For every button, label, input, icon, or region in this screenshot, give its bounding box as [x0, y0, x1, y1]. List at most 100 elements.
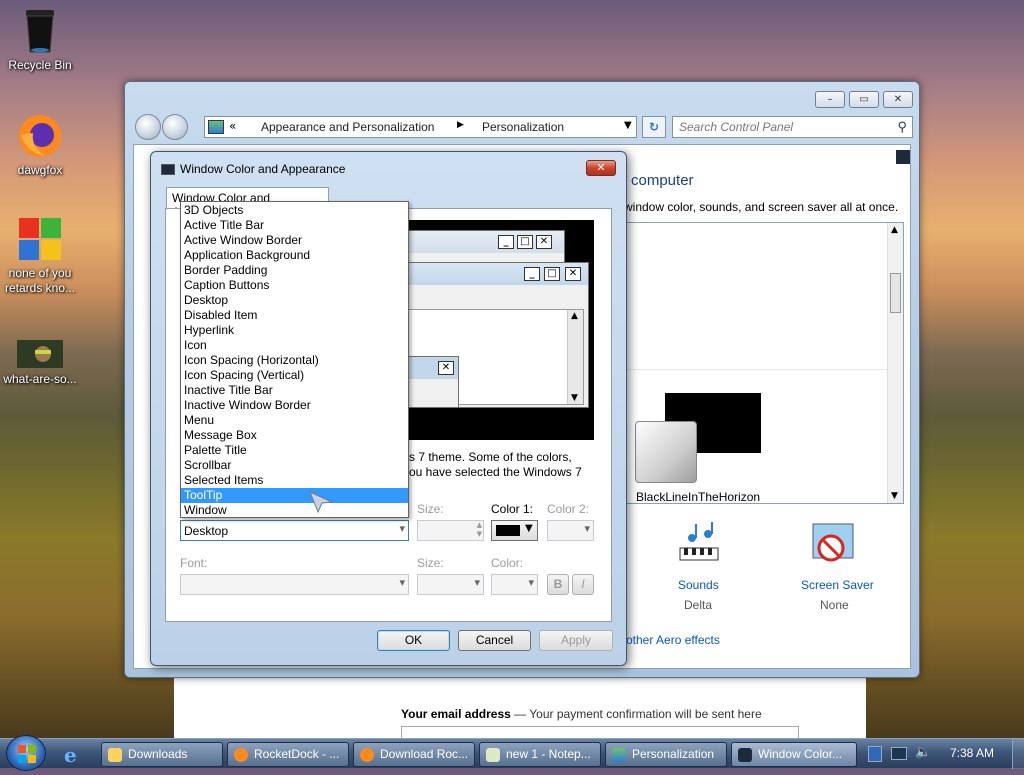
refresh-button[interactable]: ↻	[642, 116, 666, 138]
dialog-title: Window Color and Appearance	[180, 162, 346, 176]
forward-button[interactable]	[162, 114, 188, 140]
color2-picker[interactable]	[547, 520, 594, 541]
maximize-icon: □	[544, 267, 560, 281]
tray-network-icon[interactable]	[868, 746, 882, 762]
task-download-rocketdock[interactable]: Download Roc...	[353, 742, 475, 767]
internet-explorer-icon[interactable]: e	[64, 744, 86, 766]
ok-button[interactable]: OK	[377, 630, 450, 651]
image-thumbnail-icon	[17, 340, 63, 368]
dropdown-option[interactable]: Inactive Window Border	[181, 398, 408, 413]
breadcrumb-prefix: «	[229, 119, 237, 133]
size-label: Size:	[417, 502, 444, 516]
email-prompt: Your email address — Your payment confir…	[401, 707, 762, 721]
size-spinner[interactable]: ▲ ▼	[417, 520, 484, 541]
close-button[interactable]: ✕	[883, 91, 913, 108]
dropdown-option[interactable]: 3D Objects	[181, 203, 408, 218]
dropdown-option[interactable]: Inactive Title Bar	[181, 383, 408, 398]
dropdown-option[interactable]: Menu	[181, 413, 408, 428]
dropdown-option[interactable]: Palette Title	[181, 443, 408, 458]
dropdown-option[interactable]: Hyperlink	[181, 323, 408, 338]
desktop-icon-what-are-so[interactable]: what-are-so...	[0, 340, 80, 386]
dropdown-option[interactable]: Scrollbar	[181, 458, 408, 473]
address-dropdown-icon[interactable]: ▼	[624, 120, 632, 131]
desktop-icon-recycle-bin[interactable]: Recycle Bin	[0, 6, 80, 72]
font-size-select[interactable]	[417, 574, 484, 595]
firefox-icon	[234, 748, 248, 762]
theme-list[interactable]: ▲ ▼ BlackLineInTheHorizon	[624, 222, 904, 504]
dropdown-option[interactable]: Message Box	[181, 428, 408, 443]
dropdown-option[interactable]: Caption Buttons	[181, 278, 408, 293]
firefox-icon	[360, 748, 374, 762]
screen-saver-link[interactable]: Screen Saver	[801, 578, 874, 592]
breadcrumb-item[interactable]: Appearance and Personalization	[261, 120, 434, 134]
breadcrumb-item[interactable]: Personalization	[482, 120, 564, 134]
task-downloads[interactable]: Downloads	[101, 742, 223, 767]
dropdown-option[interactable]: ToolTip	[181, 488, 408, 503]
dropdown-option[interactable]: Border Padding	[181, 263, 408, 278]
italic-button[interactable]: I	[572, 574, 594, 595]
chevron-down-icon: ▼	[525, 523, 533, 534]
back-button[interactable]	[135, 114, 161, 140]
desktop-icon-label: what-are-so...	[3, 372, 77, 386]
dropdown-option[interactable]: Application Background	[181, 248, 408, 263]
desktop-icon-dawgfox[interactable]: dawgfox	[0, 113, 80, 177]
folder-icon	[108, 748, 122, 762]
dropdown-option[interactable]: Icon Spacing (Horizontal)	[181, 353, 408, 368]
task-label: Personalization	[632, 747, 715, 761]
dropdown-option[interactable]: Window	[181, 503, 408, 518]
close-icon: ✕	[536, 235, 552, 249]
show-desktop-button[interactable]	[1012, 739, 1024, 769]
dialog-icon	[161, 164, 175, 175]
color1-picker[interactable]: ▼	[491, 520, 538, 541]
sounds-icon[interactable]	[674, 520, 724, 568]
description-line: s 7 theme. Some of the colors,	[409, 450, 572, 464]
control-panel-icon	[612, 748, 626, 762]
task-rocketdock[interactable]: RocketDock - ...	[227, 742, 349, 767]
sounds-value: Delta	[684, 598, 713, 612]
item-dropdown-list[interactable]: 3D Objects Active Title Bar Active Window …	[180, 201, 409, 518]
dropdown-option[interactable]: Disabled Item	[181, 308, 408, 323]
dropdown-option[interactable]: Active Window Border	[181, 233, 408, 248]
windows-logo-icon	[17, 216, 63, 262]
aero-effects-link[interactable]: other Aero effects	[626, 633, 720, 647]
screen-saver-icon[interactable]	[809, 522, 857, 568]
font-select[interactable]	[180, 574, 409, 595]
maximize-button[interactable]: ▭	[849, 91, 879, 108]
tray-volume-icon[interactable]: 🔈	[915, 745, 931, 761]
sounds-link[interactable]: Sounds	[678, 578, 719, 592]
address-bar[interactable]: « Appearance and Personalization ▶ Perso…	[204, 116, 637, 138]
cancel-button[interactable]: Cancel	[458, 630, 531, 651]
help-icon[interactable]	[896, 150, 910, 164]
task-window-color[interactable]: Window Color...	[731, 742, 857, 767]
appearance-preview: _ □ ✕ _ □ ✕ ▲ ▼ ✕	[407, 220, 594, 440]
dropdown-option[interactable]: Icon	[181, 338, 408, 353]
item-select[interactable]: Desktop	[180, 520, 409, 541]
minimize-button[interactable]: –	[815, 91, 845, 108]
control-panel-icon	[208, 120, 224, 134]
clock[interactable]: 7:38 AM	[950, 746, 994, 760]
theme-list-scrollbar[interactable]: ▲ ▼	[887, 223, 903, 503]
firefox-icon	[17, 113, 63, 159]
search-input[interactable]: Search Control Panel ⚲	[672, 116, 913, 138]
start-button[interactable]	[6, 735, 46, 771]
dropdown-option[interactable]: Icon Spacing (Vertical)	[181, 368, 408, 383]
email-label: Your email address	[401, 707, 511, 721]
search-placeholder: Search Control Panel	[679, 120, 794, 134]
task-notepad[interactable]: new 1 - Notep...	[479, 742, 601, 767]
apply-button[interactable]: Apply	[539, 630, 613, 651]
font-color-picker[interactable]	[491, 574, 538, 595]
font-color-label: Color:	[491, 556, 524, 570]
dropdown-option[interactable]: Selected Items	[181, 473, 408, 488]
bold-button[interactable]: B	[547, 574, 569, 595]
email-hint: — Your payment confirmation will be sent…	[510, 707, 762, 721]
breadcrumb-separator-icon[interactable]: ▶	[457, 120, 464, 130]
tray-monitor-icon[interactable]	[891, 747, 907, 760]
task-label: Downloads	[128, 747, 188, 761]
desktop-icon-none-of-you[interactable]: none of you retards kno...	[0, 216, 80, 296]
task-personalization[interactable]: Personalization	[605, 742, 727, 767]
minimize-icon: _	[498, 235, 514, 249]
dropdown-option[interactable]: Active Title Bar	[181, 218, 408, 233]
search-icon[interactable]: ⚲	[897, 119, 907, 135]
dropdown-option[interactable]: Desktop	[181, 293, 408, 308]
dialog-close-button[interactable]: ✕	[586, 160, 616, 176]
